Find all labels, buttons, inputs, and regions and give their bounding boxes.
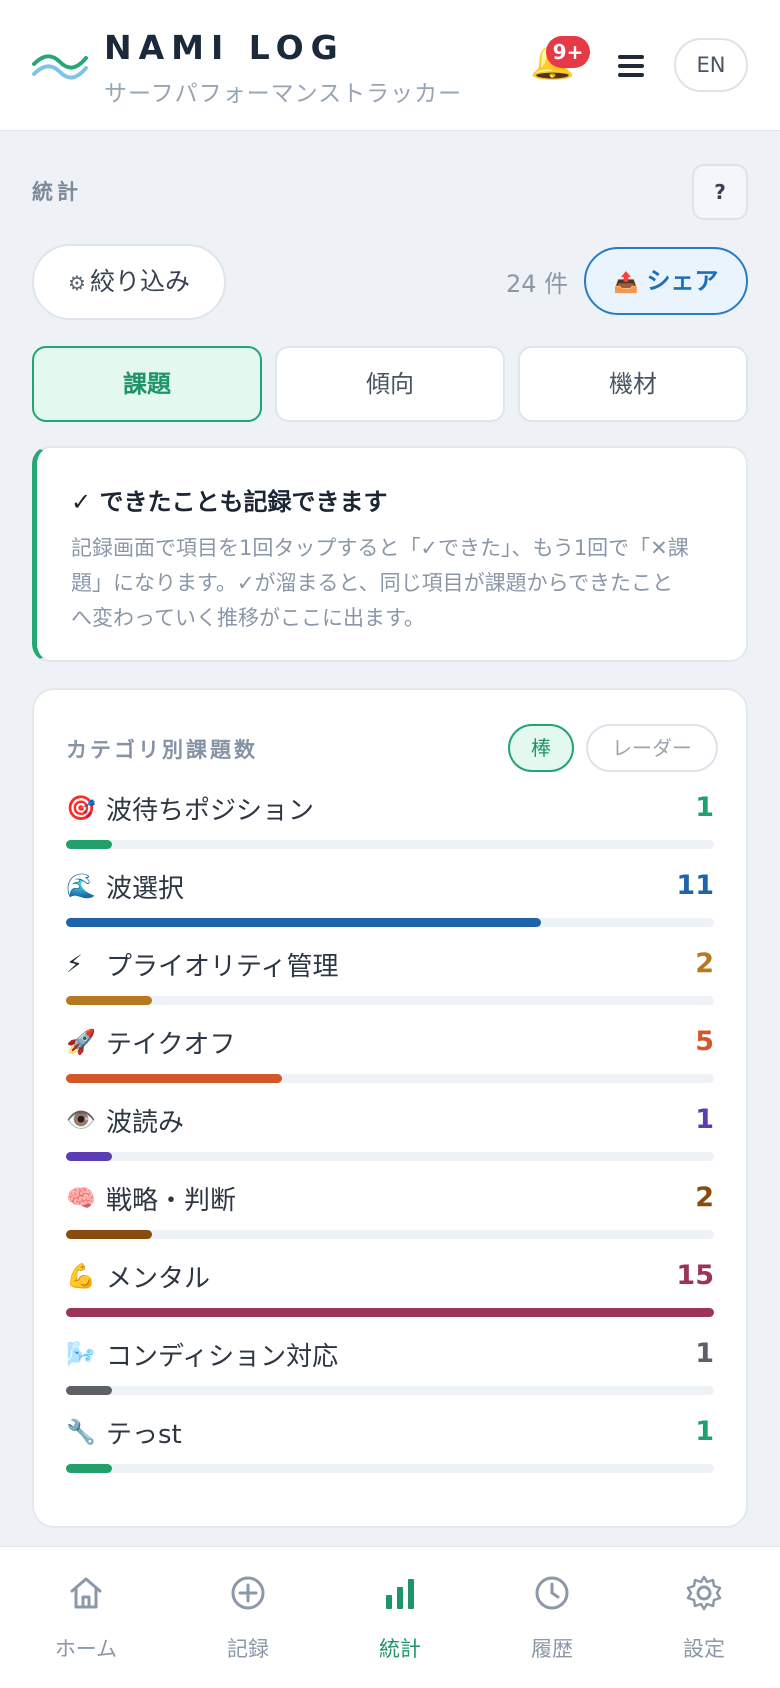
plus-circle-icon xyxy=(231,1576,265,1610)
category-bar-fill xyxy=(66,918,541,927)
category-bar-fill xyxy=(66,1074,282,1083)
help-button[interactable]: ? xyxy=(692,164,748,220)
category-label: テっst xyxy=(106,1420,182,1450)
result-count: 24 件 xyxy=(506,270,569,298)
category-label: 戦略・判断 xyxy=(106,1186,237,1216)
nav-history-label: 履歴 xyxy=(531,1637,573,1661)
category-count: 1 xyxy=(695,1104,714,1135)
nav-record-label: 記録 xyxy=(227,1637,269,1661)
wave-logo-icon xyxy=(32,54,88,80)
category-bar-fill xyxy=(66,996,152,1005)
category-row: 🧠 戦略・判断 2 xyxy=(66,1178,714,1256)
bottom-nav: ホーム 記録 統計 履歴 設定 xyxy=(0,1546,780,1688)
wave-icon: 🌊 xyxy=(66,872,96,900)
notification-badge: 9+ xyxy=(546,36,590,68)
app-subtitle: サーフパフォーマンストラッカー xyxy=(104,81,463,107)
category-count: 2 xyxy=(695,948,714,979)
category-row: 🌊 波選択 11 xyxy=(66,866,714,944)
category-count: 2 xyxy=(695,1182,714,1213)
nav-home[interactable]: ホーム xyxy=(8,1547,164,1688)
category-bar-fill xyxy=(66,1152,112,1161)
category-label: プライオリティ管理 xyxy=(106,952,339,982)
nav-stats[interactable]: 統計 xyxy=(322,1547,478,1688)
filter-label: 絞り込み xyxy=(89,267,190,296)
category-issues-card: カテゴリ別課題数 棒 レーダー 🎯 波待ちポジション 1 🌊 波選択 11 ⚡ プライオリティ… xyxy=(32,688,748,1528)
tab-equipment[interactable]: 機材 xyxy=(518,346,748,422)
hamburger-icon xyxy=(618,55,644,59)
info-title: ✓ できたことも記録できます xyxy=(71,488,388,516)
wind-icon: 🌬️ xyxy=(66,1340,96,1368)
category-label: テイクオフ xyxy=(106,1030,236,1060)
bar-view-toggle[interactable]: 棒 xyxy=(508,724,574,772)
category-row: 🔧 テっst 1 xyxy=(66,1412,714,1490)
notification-button[interactable]: 🔔 9+ xyxy=(530,36,590,86)
category-count: 5 xyxy=(695,1026,714,1057)
nav-stats-label: 統計 xyxy=(379,1637,421,1661)
info-card: ✓ できたことも記録できます 記録画面で項目を1回タップすると「✓できた」、もう… xyxy=(32,446,748,662)
category-count: 1 xyxy=(695,1416,714,1447)
category-row: ⚡ プライオリティ管理 2 xyxy=(66,944,714,1022)
category-bar-track xyxy=(66,1074,714,1083)
category-bar-track xyxy=(66,1230,714,1239)
tab-issues[interactable]: 課題 xyxy=(32,346,262,422)
category-count: 1 xyxy=(695,792,714,823)
category-row: 🚀 テイクオフ 5 xyxy=(66,1022,714,1100)
category-row: 🌬️ コンディション対応 1 xyxy=(66,1334,714,1412)
category-bar-track xyxy=(66,1386,714,1395)
share-tray-icon: 📤 xyxy=(613,270,639,294)
category-row: 🎯 波待ちポジション 1 xyxy=(66,788,714,866)
category-bar-fill xyxy=(66,1464,112,1473)
category-bar-fill xyxy=(66,1230,152,1239)
category-label: コンディション対応 xyxy=(106,1342,339,1372)
category-bar-fill xyxy=(66,1386,112,1395)
radar-view-toggle[interactable]: レーダー xyxy=(586,724,718,772)
muscle-icon: 💪 xyxy=(66,1262,96,1290)
category-bar-fill xyxy=(66,840,112,849)
category-bar-track xyxy=(66,1152,714,1161)
category-bar-track xyxy=(66,1308,714,1317)
category-bar-track xyxy=(66,996,714,1005)
category-bar-track xyxy=(66,1464,714,1473)
app-header: NAMI LOG サーフパフォーマンストラッカー 🔔 9+ EN xyxy=(0,0,780,131)
nav-record[interactable]: 記録 xyxy=(170,1547,326,1688)
menu-button[interactable] xyxy=(612,50,650,84)
clock-icon xyxy=(535,1576,569,1610)
share-button[interactable]: 📤 シェア xyxy=(584,247,748,315)
nav-settings-label: 設定 xyxy=(683,1637,725,1661)
nav-settings[interactable]: 設定 xyxy=(626,1547,780,1688)
category-label: 波選択 xyxy=(106,874,185,904)
brain-icon: 🧠 xyxy=(66,1184,96,1212)
nav-history[interactable]: 履歴 xyxy=(474,1547,630,1688)
target-icon: 🎯 xyxy=(66,794,96,822)
category-bar-track xyxy=(66,918,714,927)
category-count: 11 xyxy=(676,870,714,901)
category-label: 波待ちポジション xyxy=(106,796,315,826)
language-button[interactable]: EN xyxy=(674,38,748,92)
gear-icon: ⚙ xyxy=(68,271,86,295)
bar-chart-icon xyxy=(386,1579,414,1609)
nav-home-label: ホーム xyxy=(54,1637,118,1661)
category-row: 💪 メンタル 15 xyxy=(66,1256,714,1334)
category-bar-track xyxy=(66,840,714,849)
category-row: 👁️ 波読み 1 xyxy=(66,1100,714,1178)
category-count: 1 xyxy=(695,1338,714,1369)
home-icon xyxy=(70,1577,102,1609)
tab-trends[interactable]: 傾向 xyxy=(275,346,505,422)
section-title: 統計 xyxy=(32,180,82,204)
eye-icon: 👁️ xyxy=(66,1106,96,1134)
info-body: 記録画面で項目を1回タップすると「✓できた」、もう1回で「✕課 題」になります。… xyxy=(71,536,689,630)
category-card-title: カテゴリ別課題数 xyxy=(66,738,258,762)
app-title: NAMI LOG xyxy=(104,28,345,67)
category-label: メンタル xyxy=(106,1264,211,1294)
lightning-icon: ⚡ xyxy=(66,950,83,978)
share-label: シェア xyxy=(646,267,719,295)
category-bar-fill xyxy=(66,1308,714,1317)
rocket-icon: 🚀 xyxy=(66,1028,96,1056)
gear-icon xyxy=(686,1575,722,1611)
category-label: 波読み xyxy=(106,1108,185,1138)
filter-button[interactable]: ⚙ 絞り込み xyxy=(32,244,226,320)
wrench-icon: 🔧 xyxy=(66,1418,96,1446)
category-count: 15 xyxy=(676,1260,714,1291)
